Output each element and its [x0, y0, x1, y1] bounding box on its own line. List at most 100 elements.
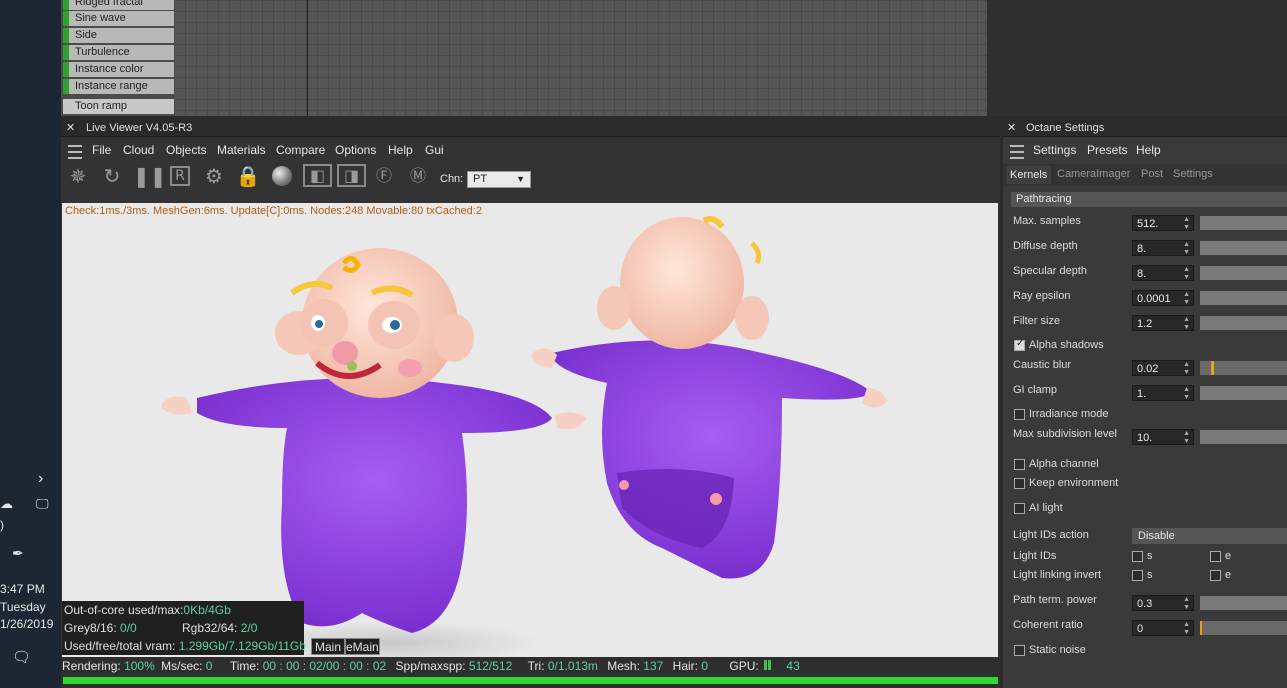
menu-presets[interactable]: Presets	[1087, 143, 1128, 157]
menu-help[interactable]: Help	[388, 143, 413, 157]
close-icon[interactable]: ✕	[1007, 120, 1016, 136]
cloud-icon[interactable]: ☁	[0, 496, 13, 512]
menu-materials[interactable]: Materials	[217, 143, 266, 157]
light-link-s-checkbox[interactable]	[1132, 570, 1143, 581]
shader-item[interactable]: Ridged fractal	[63, 0, 174, 10]
clock-day[interactable]: Tuesday	[0, 600, 46, 614]
close-icon[interactable]: ✕	[66, 120, 75, 136]
menu-settings[interactable]: Settings	[1033, 143, 1076, 157]
region-render-icon[interactable]: R	[167, 163, 193, 189]
coherent-ratio-field[interactable]: 0 ▲ ▼	[1132, 620, 1194, 636]
spinner-icon[interactable]: ▲ ▼	[1183, 216, 1190, 232]
hamburger-menu-icon[interactable]	[68, 145, 82, 159]
menu-help[interactable]: Help	[1136, 143, 1161, 157]
shader-item[interactable]: Sine wave	[63, 11, 174, 26]
frame-icon[interactable]: ◧	[303, 163, 333, 189]
keep-environment-checkbox[interactable]	[1014, 478, 1025, 489]
gi-clamp-slider[interactable]	[1200, 386, 1287, 400]
filter-size-slider[interactable]	[1200, 316, 1287, 330]
spinner-icon[interactable]: ▲ ▼	[1183, 621, 1190, 637]
path-term-field[interactable]: 0.3 ▲ ▼	[1132, 595, 1194, 611]
pause-icon[interactable]: ❚❚	[133, 163, 167, 189]
caustic-blur-field[interactable]: 0.02 ▲ ▼	[1132, 360, 1194, 376]
node-editor-grid[interactable]	[174, 0, 987, 116]
gpu-bar-icon	[768, 660, 772, 670]
mesh-value: 137	[643, 659, 664, 673]
channel-select[interactable]: PT ▼	[467, 171, 531, 188]
network-icon[interactable]: 🖵	[36, 496, 49, 512]
spinner-icon[interactable]: ▲ ▼	[1183, 316, 1190, 332]
shader-item[interactable]: Instance range	[63, 79, 174, 94]
shader-item[interactable]: Turbulence	[63, 45, 174, 60]
alpha-shadows-checkbox[interactable]	[1014, 338, 1025, 351]
material-ball-icon[interactable]	[269, 163, 295, 189]
restart-render-icon[interactable]: ↻	[99, 163, 125, 189]
lock-icon[interactable]: 🔒	[235, 163, 261, 189]
menu-compare[interactable]: Compare	[276, 143, 325, 157]
spinner-icon[interactable]: ▲ ▼	[1183, 266, 1190, 282]
shader-item[interactable]: Instance color	[63, 62, 174, 77]
spinner-icon[interactable]: ▲ ▼	[1183, 596, 1190, 612]
slider-handle[interactable]	[1200, 621, 1202, 635]
tab-emain[interactable]: eMain	[345, 638, 380, 655]
kernel-select[interactable]: Pathtracing	[1011, 192, 1287, 207]
tab-cameraimager[interactable]: CameraImager	[1057, 168, 1130, 180]
menu-file[interactable]: File	[92, 143, 111, 157]
specular-depth-slider[interactable]	[1200, 266, 1287, 280]
irradiance-mode-checkbox[interactable]	[1014, 409, 1025, 420]
slider-handle[interactable]	[1211, 361, 1214, 375]
ray-epsilon-field[interactable]: 0.0001 ▲ ▼	[1132, 290, 1194, 306]
shader-item-toon-ramp[interactable]: Toon ramp	[63, 99, 174, 114]
ray-epsilon-slider[interactable]	[1200, 291, 1287, 305]
max-samples-slider[interactable]	[1200, 216, 1287, 230]
tab-kernels[interactable]: Kernels	[1006, 166, 1052, 184]
menu-objects[interactable]: Objects	[166, 143, 207, 157]
settings-gear-icon[interactable]: ⚙	[201, 163, 227, 189]
path-term-slider[interactable]	[1200, 596, 1287, 610]
static-noise-checkbox[interactable]	[1014, 645, 1025, 656]
render-viewport[interactable]	[62, 203, 998, 657]
clock-date[interactable]: 1/26/2019	[0, 617, 53, 631]
light-id-s-checkbox[interactable]	[1132, 551, 1143, 562]
spinner-icon[interactable]: ▲ ▼	[1183, 386, 1190, 402]
clock-time[interactable]: 3:47 PM	[0, 582, 45, 596]
alpha-channel-checkbox[interactable]	[1014, 459, 1025, 470]
irradiance-mode-label: Irradiance mode	[1029, 408, 1109, 420]
menu-options[interactable]: Options	[335, 143, 376, 157]
ai-light-checkbox[interactable]	[1014, 503, 1025, 514]
gi-clamp-field[interactable]: 1. ▲ ▼	[1132, 385, 1194, 401]
spinner-icon[interactable]: ▲ ▼	[1183, 430, 1190, 446]
hamburger-menu-icon[interactable]	[1010, 145, 1024, 159]
vram-label: Used/free/total vram:	[64, 639, 176, 653]
frame-alt-icon[interactable]: ◨	[337, 163, 367, 189]
chevron-right-icon[interactable]: ›	[38, 470, 43, 488]
max-subdiv-field[interactable]: 10. ▲ ▼	[1132, 429, 1194, 445]
pick-material-icon[interactable]: Ⓜ	[405, 163, 431, 189]
coherent-ratio-slider[interactable]	[1200, 621, 1287, 635]
light-ids-action-select[interactable]: Disable	[1132, 528, 1287, 544]
send-scene-icon[interactable]: ✵	[65, 163, 91, 189]
filter-size-field[interactable]: 1.2 ▲ ▼	[1132, 315, 1194, 331]
spinner-icon[interactable]: ▲ ▼	[1183, 361, 1190, 377]
light-link-e-checkbox[interactable]	[1210, 570, 1221, 581]
shader-item[interactable]: Side	[63, 28, 174, 43]
spinner-icon[interactable]: ▲ ▼	[1183, 241, 1190, 257]
tab-settings[interactable]: Settings	[1173, 168, 1213, 180]
tab-post[interactable]: Post	[1141, 168, 1163, 180]
gi-clamp-value: 1.	[1137, 388, 1147, 400]
diffuse-depth-field[interactable]: 8. ▲ ▼	[1132, 240, 1194, 256]
pen-icon[interactable]: ✒	[12, 545, 24, 562]
max-samples-field[interactable]: 512. ▲ ▼	[1132, 215, 1194, 231]
menu-cloud[interactable]: Cloud	[123, 143, 154, 157]
caustic-blur-slider[interactable]	[1200, 361, 1287, 375]
volume-icon[interactable]: )	[0, 518, 4, 532]
specular-depth-field[interactable]: 8. ▲ ▼	[1132, 265, 1194, 281]
diffuse-depth-slider[interactable]	[1200, 241, 1287, 255]
notification-icon[interactable]: 🗨	[12, 648, 31, 666]
light-id-e-checkbox[interactable]	[1210, 551, 1221, 562]
spinner-icon[interactable]: ▲ ▼	[1183, 291, 1190, 307]
pick-focus-icon[interactable]: Ⓕ	[371, 163, 397, 189]
tab-main[interactable]: Main	[311, 638, 345, 655]
max-subdiv-slider[interactable]	[1200, 430, 1287, 444]
menu-gui[interactable]: Gui	[425, 143, 444, 157]
